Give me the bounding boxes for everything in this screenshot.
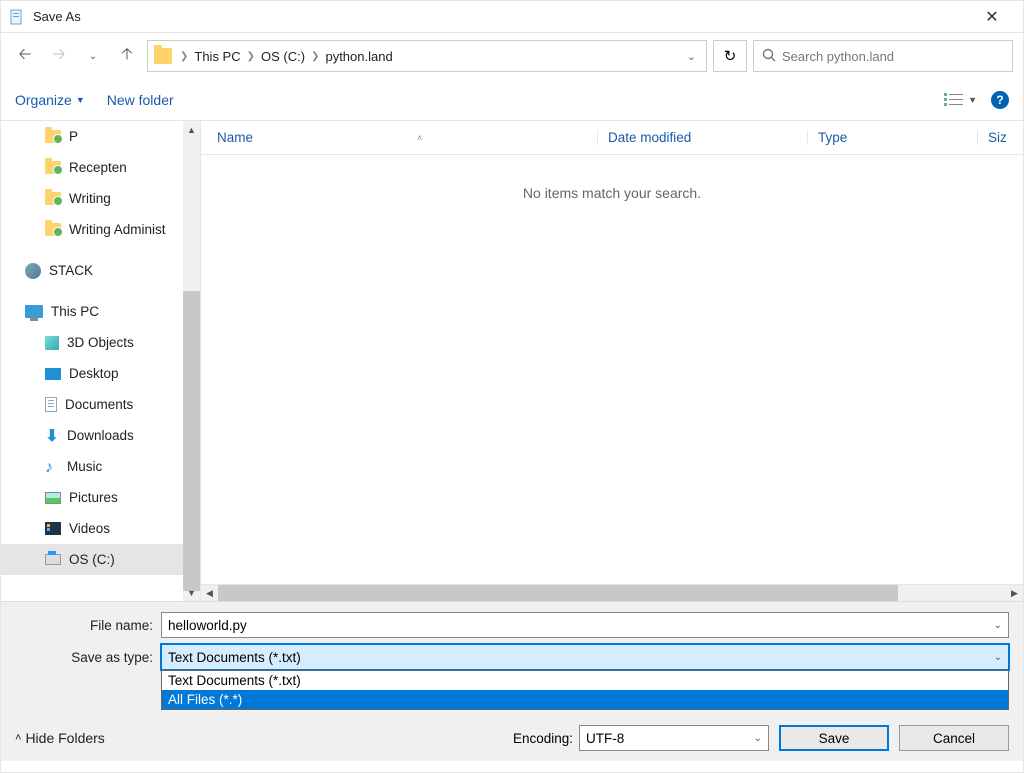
- breadcrumb-segment[interactable]: python.land: [325, 49, 392, 64]
- chevron-right-icon: ❯: [178, 51, 190, 62]
- horizontal-scrollbar[interactable]: ◀ ▶: [201, 584, 1023, 601]
- sidebar-item-pictures[interactable]: Pictures: [1, 482, 200, 513]
- savetype-option-txt[interactable]: Text Documents (*.txt): [162, 671, 1008, 690]
- filename-label: File name:: [15, 618, 161, 633]
- column-header-date[interactable]: Date modified: [597, 130, 807, 145]
- sidebar-item-stack[interactable]: STACK: [1, 255, 200, 286]
- sidebar-item-this-pc[interactable]: This PC: [1, 296, 200, 327]
- scroll-down-icon[interactable]: ▼: [183, 584, 200, 601]
- search-input[interactable]: Search python.land: [753, 40, 1013, 72]
- encoding-combo[interactable]: UTF-8 ⌄: [579, 725, 769, 751]
- cube-icon: [45, 336, 59, 350]
- column-headers: Name˄ Date modified Type Siz: [201, 121, 1023, 155]
- sidebar-scrollbar[interactable]: ▲ ▼: [183, 121, 200, 601]
- sort-indicator-icon: ˄: [417, 133, 422, 143]
- address-bar[interactable]: ❯ This PC ❯ OS (C:) ❯ python.land ⌄: [147, 40, 707, 72]
- search-icon: [762, 48, 776, 65]
- folder-icon: [154, 48, 172, 64]
- sidebar-item-drive-c[interactable]: OS (C:): [1, 544, 200, 575]
- scroll-left-icon[interactable]: ◀: [201, 585, 218, 601]
- drive-icon: [45, 554, 61, 565]
- chevron-right-icon: ❯: [309, 51, 321, 62]
- sidebar-item-videos[interactable]: Videos: [1, 513, 200, 544]
- chevron-down-icon[interactable]: ⌄: [754, 733, 762, 744]
- column-header-size[interactable]: Siz: [977, 130, 1023, 145]
- filename-input[interactable]: helloworld.py ⌄: [161, 612, 1009, 638]
- column-header-name[interactable]: Name˄: [217, 130, 597, 145]
- new-folder-button[interactable]: New folder: [107, 92, 174, 108]
- scroll-up-icon[interactable]: ▲: [183, 121, 200, 138]
- help-button[interactable]: ?: [991, 91, 1009, 109]
- breadcrumb-segment[interactable]: This PC: [194, 49, 240, 64]
- up-button[interactable]: 🡡: [113, 42, 141, 70]
- chevron-down-icon: ▼: [968, 95, 977, 105]
- savetype-label: Save as type:: [15, 650, 161, 665]
- window-title: Save As: [33, 9, 969, 24]
- sidebar-item-folder[interactable]: Writing: [1, 183, 200, 214]
- chevron-down-icon: ▼: [76, 95, 85, 105]
- organize-menu[interactable]: Organize ▼: [15, 92, 85, 108]
- scrollbar-thumb[interactable]: [218, 585, 898, 601]
- scrollbar-thumb[interactable]: [183, 291, 200, 591]
- chevron-down-icon[interactable]: ⌄: [687, 50, 700, 63]
- scroll-right-icon[interactable]: ▶: [1006, 585, 1023, 601]
- sidebar-item-documents[interactable]: Documents: [1, 389, 200, 420]
- back-button[interactable]: 🡠: [11, 42, 39, 70]
- save-button[interactable]: Save: [779, 725, 889, 751]
- hide-folders-toggle[interactable]: ˄ Hide Folders: [15, 730, 105, 746]
- chevron-right-icon: ❯: [245, 51, 257, 62]
- picture-icon: [45, 492, 61, 504]
- sidebar-item-folder[interactable]: Recepten: [1, 152, 200, 183]
- cancel-button[interactable]: Cancel: [899, 725, 1009, 751]
- chevron-down-icon[interactable]: ⌄: [994, 620, 1002, 631]
- savetype-combo[interactable]: Text Documents (*.txt) ⌄: [161, 644, 1009, 670]
- app-icon: [9, 9, 25, 25]
- sidebar-item-downloads[interactable]: ⬇Downloads: [1, 420, 200, 451]
- folder-icon: [45, 130, 61, 143]
- search-placeholder: Search python.land: [782, 49, 894, 64]
- folder-icon: [45, 223, 61, 236]
- folder-icon: [45, 192, 61, 205]
- sidebar-item-folder[interactable]: P: [1, 121, 200, 152]
- music-icon: ♪: [45, 459, 59, 475]
- savetype-dropdown: Text Documents (*.txt) All Files (*.*): [161, 670, 1009, 710]
- refresh-button[interactable]: ↻: [713, 40, 747, 72]
- view-options-button[interactable]: ▼: [944, 93, 977, 107]
- pc-icon: [25, 305, 43, 318]
- document-icon: [45, 397, 57, 412]
- navigation-pane: P Recepten Writing Writing Administ STAC…: [1, 121, 201, 601]
- close-button[interactable]: ✕: [969, 7, 1015, 27]
- sidebar-item-desktop[interactable]: Desktop: [1, 358, 200, 389]
- column-header-type[interactable]: Type: [807, 130, 977, 145]
- savetype-option-all[interactable]: All Files (*.*): [162, 690, 1008, 709]
- sidebar-item-folder[interactable]: Writing Administ: [1, 214, 200, 245]
- sidebar-item-3d-objects[interactable]: 3D Objects: [1, 327, 200, 358]
- download-icon: ⬇: [45, 429, 59, 443]
- empty-message: No items match your search.: [201, 155, 1023, 201]
- encoding-label: Encoding:: [513, 731, 579, 746]
- chevron-up-icon: ˄: [15, 732, 21, 744]
- stack-icon: [25, 263, 41, 279]
- video-icon: [45, 522, 61, 535]
- chevron-down-icon[interactable]: ⌄: [994, 652, 1002, 663]
- sidebar-item-music[interactable]: ♪Music: [1, 451, 200, 482]
- folder-icon: [45, 161, 61, 174]
- desktop-icon: [45, 368, 61, 380]
- forward-button[interactable]: 🡢: [45, 42, 73, 70]
- breadcrumb-segment[interactable]: OS (C:): [261, 49, 305, 64]
- recent-chevron[interactable]: ⌄: [79, 42, 107, 70]
